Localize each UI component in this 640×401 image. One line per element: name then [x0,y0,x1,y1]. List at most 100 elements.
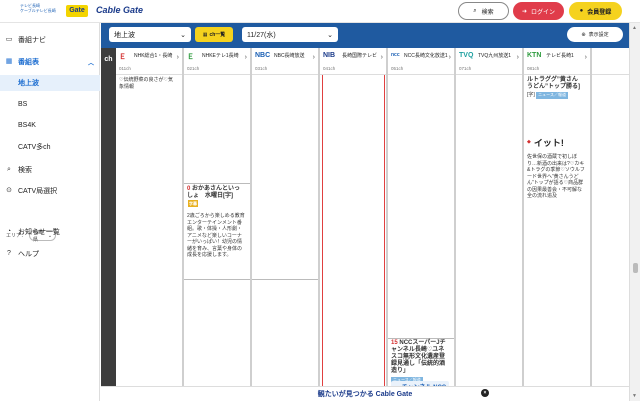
program-desc: 佐世保の酒蔵で初しぼり…新酒の出来は?♡カキ&トラグの季節♡ソウルフード世界へ”… [527,154,585,199]
channel-header[interactable]: NBC NBC長崎放送 031ch › [252,48,318,75]
channel-logo: NIB [323,52,336,59]
program-title: 0 おかあさんといっしょ 水曜日[字] 字幕 [187,186,245,208]
plus-circle-icon: ⊕ [581,31,586,38]
broadcast-select[interactable]: 地上波 ⌄ [109,27,191,42]
program-guide: 地上波 ⌄ ▦ ch一覧 11/27(水) ⌄ ⊕ 表示設定 ch Ｅ NHK総… [101,23,629,401]
close-icon[interactable]: × [481,389,489,397]
sidebar-item-label: CATV局選択 [18,188,58,195]
program-cell[interactable]: 0 おかあさんといっしょ 水曜日[字] 字幕 2歳ごろから楽しめる教育エンターテ… [187,186,245,259]
channel-header[interactable]: KTN テレビ長崎1 081ch › [524,48,590,75]
date-select[interactable]: 11/27(水) ⌄ [242,27,338,42]
channel-header[interactable]: Ｅ NHKEテレ1長崎 021ch › [184,48,250,75]
program-thumbnail-text: イット! [533,137,564,148]
search-icon: ⌕ [473,7,477,14]
sidebar-item-program-navi[interactable]: ▭ 番組ナビ [0,33,100,47]
program-cell[interactable]: 15 NCCスーパーJチャンネル長崎♡ユネスコ無形文化遺産登録見通し「伝統的酒造… [391,340,449,384]
sidebar-item-bs[interactable]: BS [0,97,100,111]
channel-number: 021ch [187,66,200,71]
chevron-right-icon: › [176,54,179,61]
channel-column: NBC NBC長崎放送 031ch › [252,48,320,401]
program-separator [184,183,250,184]
program-title: 15 NCCスーパーJチャンネル長崎♡ユネスコ無形文化遺産登録見通し「伝統的酒造… [391,340,449,375]
antenna-icon: ⊙ [6,187,12,194]
ch-column-label: ch [101,48,116,401]
display-settings-button[interactable]: ⊕ 表示設定 [567,27,623,42]
sidebar-item-notices[interactable]: ◔ お知らせ一覧 [0,225,100,239]
channel-name: 長崎国際テレビ [342,53,378,59]
channel-name: NHKEテレ1長崎 [202,53,239,59]
channel-logo: ncc [391,52,400,58]
display-settings-label: 表示設定 [588,32,609,38]
user-icon: ● [579,8,584,14]
program-cell[interactable]: ♡伝統野菜の良さが♡気象情報 [119,77,177,90]
guide-controls: 地上波 ⌄ ▦ ch一覧 11/27(水) ⌄ ⊕ 表示設定 [101,23,629,47]
scroll-up-icon[interactable]: ▲ [632,25,637,31]
channel-header[interactable]: Ｅ NHK総合1・長崎 011ch › [116,48,182,75]
channel-header[interactable]: NIB 長崎国際テレビ 041ch › [320,48,386,75]
chevron-down-icon: ⌄ [180,31,186,39]
sidebar-item-label: BS4K [18,121,36,129]
sidebar-item-label: BS [18,100,28,108]
subtitle-badge: 字幕 [188,200,198,207]
sidebar-item-bs4k[interactable]: BS4K [0,118,100,132]
chevron-up-icon: ︿ [87,60,94,67]
register-button[interactable]: ● 会員登録 [569,2,622,20]
vertical-scrollbar[interactable]: ▲ ▼ [629,23,640,401]
gate-logo[interactable]: Gate [66,5,88,17]
program-time: 15 [391,340,398,346]
ch-list-button[interactable]: ▦ ch一覧 [195,27,233,42]
scrollbar-thumb[interactable] [633,263,638,273]
channel-number: 041ch [323,66,336,71]
tvn-logo[interactable]: テレビ長崎 ケーブルテレビ長崎 [20,3,60,20]
sidebar-item-catv-select[interactable]: ⊙ CATV局選択 [0,184,100,198]
chevron-right-icon: › [312,54,315,61]
bell-icon: ◔ [6,228,12,235]
sidebar-item-terrestrial[interactable]: 地上波 [0,75,100,91]
program-desc: 2歳ごろから楽しめる教育エンターテインメント番組。歌・体操・人形劇・アニメなど楽… [187,213,245,258]
program-title-text: ルトラググ”黄さん うどん”トップ勝る] [527,77,580,90]
sidebar-item-search[interactable]: ⌕ 検索 [0,163,100,177]
channel-header[interactable]: TVQ TVQ九州放送1 071ch › [456,48,522,75]
channel-column: NIB 長崎国際テレビ 041ch › [320,48,388,401]
chevron-right-icon: › [380,54,383,61]
channel-logo: KTN [527,52,542,59]
register-button-label: 会員登録 [587,9,612,16]
sidebar-item-help[interactable]: ? ヘルプ [0,247,100,261]
current-time-line [384,75,385,401]
channel-header[interactable]: ncc NCC長崎文化放送1 051ch › [388,48,454,75]
login-button-label: ログイン [531,9,556,16]
login-button[interactable]: ➜ ログイン [513,2,564,20]
sidebar-item-label: 番組ナビ [18,37,46,44]
sidebar-item-catv[interactable]: CATV多ch [0,140,100,154]
program-time: 0 [187,186,191,192]
program-title-text: NCCスーパーJチャンネル長崎♡ユネスコ無形文化遺産登録見通し「伝統的酒造り」 [391,340,446,374]
channel-header[interactable] [592,48,629,75]
chevron-right-icon: › [516,54,519,61]
scroll-down-icon[interactable]: ▼ [632,393,637,399]
program-cell[interactable]: ルトラググ”黄さん うどん”トップ勝る] [字] ニュース／報道 [527,77,585,99]
channel-logo: TVQ [459,52,474,59]
channel-number: 011ch [119,66,131,71]
program-separator [184,279,250,280]
sidebar-item-program-guide[interactable]: ▦ 番組表 ︿ [0,55,100,69]
sidebar-item-label: 検索 [18,167,32,174]
chevron-down-icon: ⌄ [327,31,333,39]
channel-column [592,48,629,401]
fns-logo-icon: ◆ [527,139,531,145]
search-button[interactable]: ⌕ 検索 [458,2,509,20]
genre-badge: ニュース／報道 [536,92,568,99]
channel-name: NCC長崎文化放送1 [404,53,448,59]
channel-name: NHK総合1・長崎 [134,53,173,59]
bottom-banner[interactable]: 観たいが見つかる Cable Gate × [101,386,629,401]
channel-number: 031ch [255,66,268,71]
ch-list-label: ch一覧 [209,32,226,38]
sidebar-item-label: お知らせ一覧 [18,229,60,236]
sidebar: ▭ 番組ナビ ▦ 番組表 ︿ 地上波 BS BS4K CATV多ch ⌕ 検索 … [0,23,100,401]
channel-column: TVQ TVQ九州放送1 071ch › [456,48,524,401]
broadcast-select-value: 地上波 [114,31,135,39]
chevron-right-icon: › [448,54,451,61]
cable-gate-brand[interactable]: Cable Gate [96,5,143,15]
channel-name: テレビ長崎1 [546,53,574,59]
program-thumbnail: ◆ イット! [527,133,585,151]
grid-icon: ▦ [5,58,13,65]
